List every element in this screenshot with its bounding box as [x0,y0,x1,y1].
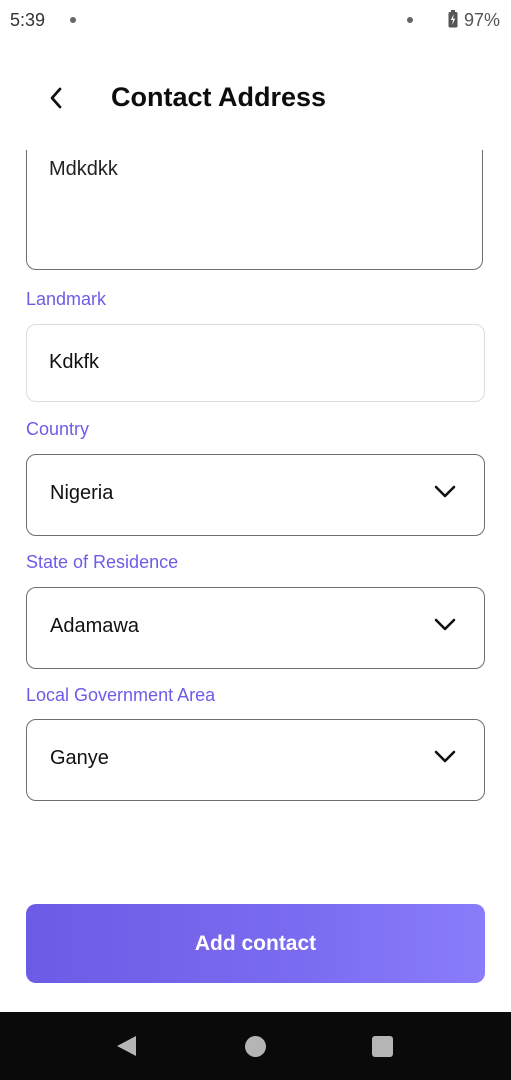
chevron-down-icon [434,485,456,498]
country-label: Country [26,419,90,439]
notification-dot-icon [407,17,413,23]
country-select[interactable]: Nigeria [26,454,485,536]
page-title: Contact Address [111,82,327,112]
system-navigation-bar [0,1012,511,1080]
address-textarea[interactable]: Mdkdkk [26,150,483,270]
notification-dot-icon [70,17,76,23]
status-time: 5:39 [10,10,46,30]
add-contact-button[interactable]: Add contact [26,904,485,983]
lga-select[interactable]: Ganye [26,719,485,801]
app-header: Contact Address [0,70,511,126]
landmark-value: Kdkfk [49,351,100,373]
lga-value: Ganye [50,747,109,769]
battery-percentage: 97% [464,10,501,30]
country-value: Nigeria [50,482,114,504]
landmark-input[interactable]: Kdkfk [26,324,485,402]
status-bar: 5:39 97% [0,0,511,40]
chevron-left-icon [50,87,62,109]
landmark-label: Landmark [26,289,107,309]
state-label: State of Residence [26,552,179,572]
battery-charging-icon [448,10,458,28]
lga-label: Local Government Area [26,685,216,705]
state-value: Adamawa [50,615,139,637]
back-button[interactable] [40,82,72,114]
nav-recents-icon[interactable] [372,1036,393,1057]
state-select[interactable]: Adamawa [26,587,485,669]
chevron-down-icon [434,750,456,763]
nav-back-icon[interactable] [116,1035,137,1057]
chevron-down-icon [434,618,456,631]
nav-home-icon[interactable] [245,1036,266,1057]
address-value: Mdkdkk [49,158,118,180]
